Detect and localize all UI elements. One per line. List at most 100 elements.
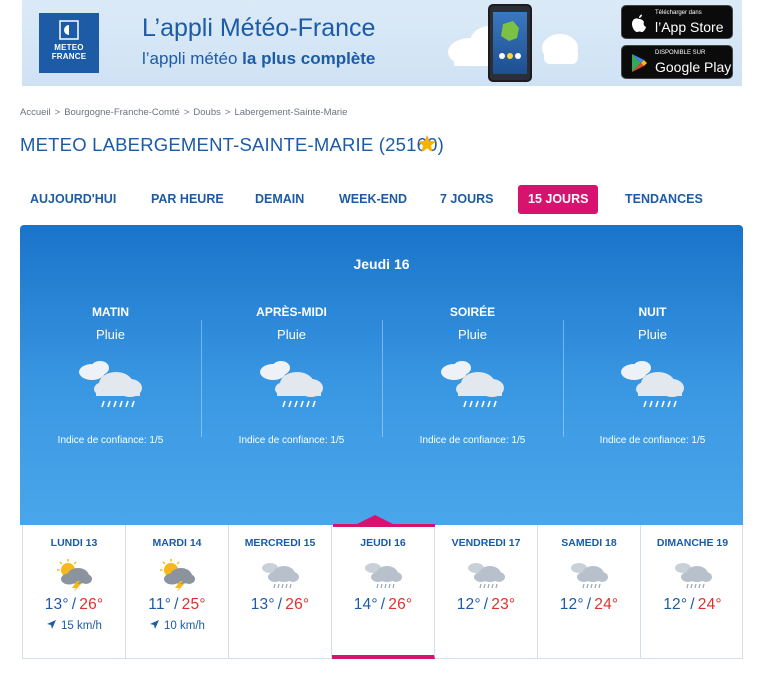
phone-screen xyxy=(493,12,527,74)
day-temperatures: 11°/25° xyxy=(126,596,228,614)
temp-separator: / xyxy=(690,596,695,613)
rain-cloud-icon xyxy=(440,361,504,408)
logo-line-2: FRANCE xyxy=(51,52,87,61)
apple-icon xyxy=(632,14,646,32)
rain-cloud-icon xyxy=(674,563,712,589)
tab-tendances[interactable]: TENDANCES xyxy=(615,185,713,214)
app-store-button[interactable]: Télécharger dans l’App Store xyxy=(621,5,733,39)
temp-min: 14° xyxy=(353,596,378,613)
breadcrumb-city: Labergement-Sainte-Marie xyxy=(234,107,348,118)
period-matin: MATIN Pluie Indice de confiance: 1/5 xyxy=(20,305,201,455)
google-play-label: Google Play xyxy=(655,59,732,75)
day-temperatures: 12°/24° xyxy=(641,596,744,614)
confidence-index: Indice de confiance: 1/5 xyxy=(57,435,164,446)
breadcrumb: Accueil > Bourgogne-Franche-Comté > Doubs > La… xyxy=(20,107,347,118)
favorite-star-icon[interactable] xyxy=(417,134,437,154)
app-store-small-label: Télécharger dans xyxy=(655,10,702,16)
day-name: JEUDI 16 xyxy=(360,537,406,549)
day-name: MERCREDI 15 xyxy=(244,537,316,549)
period-soiree: SOIRÉE Pluie Indice de confiance: 1/5 xyxy=(382,305,563,455)
banner-subtitle-prefix: l’appli météo xyxy=(142,49,243,68)
period-description: Pluie xyxy=(458,327,487,342)
period-name: APRÈS-MIDI xyxy=(256,305,327,319)
phone-mockup xyxy=(488,4,532,82)
day-name: DIMANCHE 19 xyxy=(656,537,729,549)
day-card-vendredi-17[interactable]: VENDREDI 17 12°/23° xyxy=(435,525,538,659)
period-name: NUIT xyxy=(638,305,667,319)
confidence-index: Indice de confiance: 1/5 xyxy=(238,435,345,446)
day-temperatures: 14°/26° xyxy=(332,596,434,614)
wind-unit: km/h xyxy=(77,620,102,632)
app-promo-banner[interactable]: METEO FRANCE L’appli Météo-France l’appl… xyxy=(22,0,742,86)
temp-max: 24° xyxy=(697,596,722,613)
app-store-label: l’App Store xyxy=(655,19,724,35)
temp-max: 26° xyxy=(285,596,310,613)
daily-forecast-strip: LUNDI 13 13°/26° 15 km/h MARDI 14 11°/25… xyxy=(22,525,743,659)
rain-cloud-icon xyxy=(571,563,608,589)
breadcrumb-department[interactable]: Doubs xyxy=(193,107,220,118)
breadcrumb-separator: > xyxy=(54,107,61,118)
thunderstorm-sun-icon xyxy=(57,559,92,591)
period-description: Pluie xyxy=(277,327,306,342)
temp-max: 26° xyxy=(388,596,413,613)
breadcrumb-separator: > xyxy=(183,107,190,118)
day-card-mardi-14[interactable]: MARDI 14 11°/25° 10 km/h xyxy=(126,525,229,659)
tab-15-jours[interactable]: 15 JOURS xyxy=(518,185,599,214)
wind-speed: 15 xyxy=(61,620,74,632)
temp-min: 13° xyxy=(44,596,69,613)
period-nuit: NUIT Pluie Indice de confiance: 1/5 xyxy=(562,305,743,455)
rain-cloud-icon xyxy=(620,361,684,408)
thunderstorm-sun-icon xyxy=(160,559,195,591)
day-temperatures: 12°/24° xyxy=(538,596,640,614)
google-play-small-label: DISPONIBLE SUR xyxy=(655,50,706,56)
temp-separator: / xyxy=(71,596,77,613)
day-card-lundi-13[interactable]: LUNDI 13 13°/26° 15 km/h xyxy=(23,525,126,659)
temp-separator: / xyxy=(380,596,386,613)
tab-demain[interactable]: DEMAIN xyxy=(245,185,314,214)
banner-subtitle: l’appli météo la plus complète xyxy=(142,49,375,69)
selected-day-pointer xyxy=(355,515,395,525)
google-play-button[interactable]: DISPONIBLE SUR Google Play xyxy=(621,45,733,79)
google-play-icon xyxy=(632,54,647,72)
day-card-samedi-18[interactable]: SAMEDI 18 12°/24° xyxy=(538,525,641,659)
breadcrumb-region[interactable]: Bourgogne-Franche-Comté xyxy=(64,107,180,118)
day-card-jeudi-16[interactable]: JEUDI 16 14°/26° xyxy=(332,525,435,659)
wind-unit: km/h xyxy=(180,620,205,632)
rain-cloud-icon xyxy=(262,563,299,589)
day-wind: 10 km/h xyxy=(126,619,228,632)
temp-separator: / xyxy=(277,596,283,613)
temp-min: 11° xyxy=(148,596,172,613)
day-card-dimanche-19[interactable]: DIMANCHE 19 12°/24° xyxy=(641,525,744,659)
rain-cloud-icon xyxy=(78,361,142,408)
tab-par-heure[interactable]: PAR HEURE xyxy=(141,185,234,214)
temp-separator: / xyxy=(586,596,592,613)
period-name: SOIRÉE xyxy=(449,305,496,319)
rain-cloud-icon xyxy=(468,563,505,589)
meteo-france-emblem-icon xyxy=(59,20,79,40)
meteo-france-logo: METEO FRANCE xyxy=(39,13,99,73)
period-description: Pluie xyxy=(96,327,125,342)
france-map-icon xyxy=(499,21,521,59)
day-wind: 15 km/h xyxy=(23,619,125,632)
period-description: Pluie xyxy=(638,327,667,342)
temp-separator: / xyxy=(483,596,489,613)
day-card-mercredi-15[interactable]: MERCREDI 15 13°/26° xyxy=(229,525,332,659)
breadcrumb-home[interactable]: Accueil xyxy=(20,107,51,118)
breadcrumb-separator: > xyxy=(224,107,231,118)
selected-day-title: Jeudi 16 xyxy=(353,256,410,272)
temp-max: 26° xyxy=(79,596,104,613)
temp-max: 25° xyxy=(181,596,206,613)
tab-week-end[interactable]: WEEK-END xyxy=(329,185,417,214)
confidence-index: Indice de confiance: 1/5 xyxy=(599,435,706,446)
day-temperatures: 12°/23° xyxy=(435,596,537,614)
period-name: MATIN xyxy=(91,305,130,319)
tab-7-jours[interactable]: 7 JOURS xyxy=(430,185,504,214)
logo-line-1: METEO xyxy=(54,43,84,52)
temp-min: 12° xyxy=(559,596,584,613)
day-name: MARDI 14 xyxy=(152,537,202,549)
day-temperatures: 13°/26° xyxy=(23,596,125,614)
tab-aujourdhui[interactable]: AUJOURD'HUI xyxy=(20,185,126,214)
day-name: VENDREDI 17 xyxy=(451,537,521,549)
temp-min: 12° xyxy=(456,596,481,613)
page-title: METEO LABERGEMENT-SAINTE-MARIE (25160) xyxy=(20,134,444,155)
